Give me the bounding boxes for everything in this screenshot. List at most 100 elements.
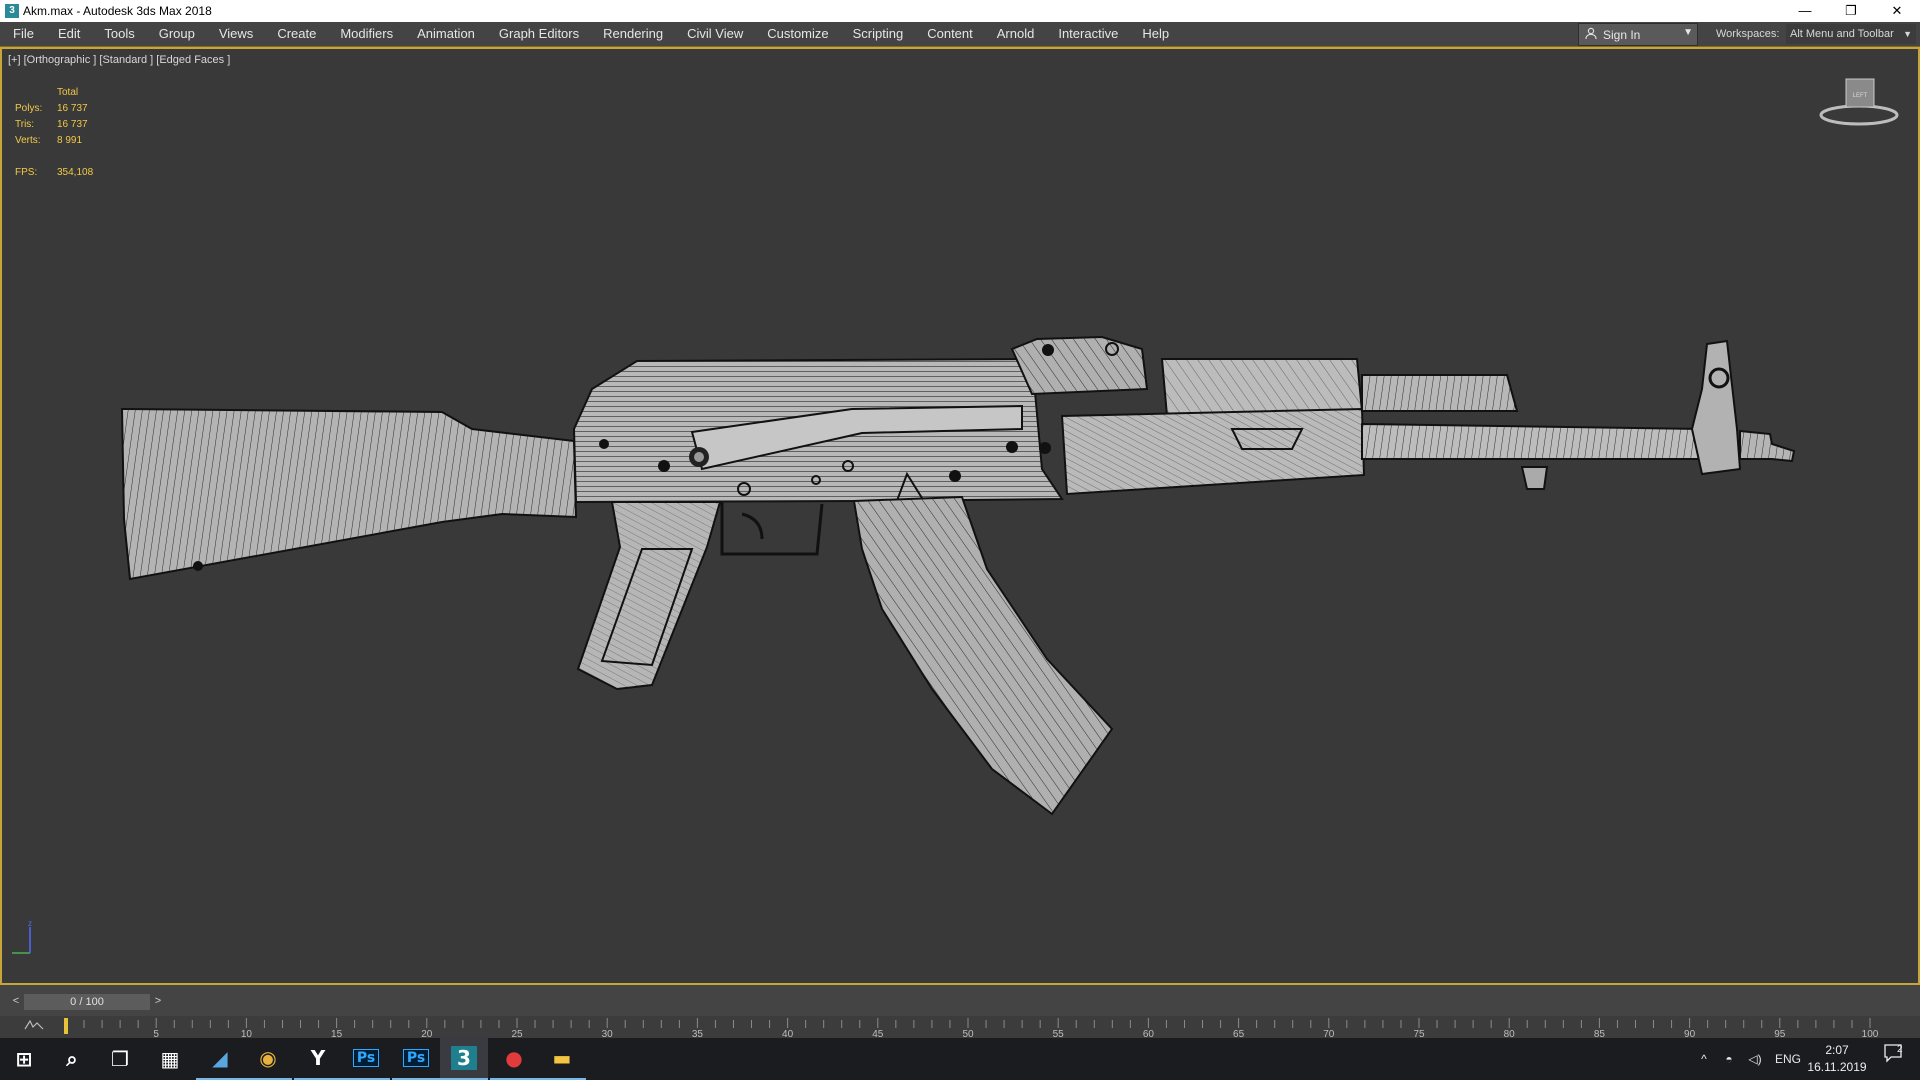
next-frame-button[interactable]: >	[152, 994, 164, 1008]
menu-create[interactable]: Create	[265, 22, 328, 46]
menu-modifiers[interactable]: Modifiers	[328, 22, 405, 46]
chevron-down-icon: ▼	[1683, 27, 1693, 38]
network-icon[interactable]: ◓	[1716, 1038, 1742, 1080]
show-hidden-icons-button[interactable]: ^	[1692, 1038, 1716, 1080]
menu-animation[interactable]: Animation	[405, 22, 487, 46]
taskbar-search-icon[interactable]: ⌕	[48, 1038, 96, 1080]
workspace-select[interactable]: Alt Menu and Toolbar ▼	[1786, 24, 1916, 44]
pistol-grip	[576, 501, 722, 691]
restore-button[interactable]: ❐	[1828, 0, 1874, 22]
menu-edit[interactable]: Edit	[46, 22, 92, 46]
notifications-button[interactable]: 2	[1872, 1038, 1916, 1080]
ruler-tick-label: 90	[1684, 1029, 1696, 1038]
trigger-guard	[720, 502, 824, 556]
ruler-tick-label: 100	[1862, 1029, 1879, 1038]
fps-label: FPS:	[15, 167, 38, 178]
workspaces-label: Workspaces:	[1716, 28, 1780, 40]
menu-customize[interactable]: Customize	[755, 22, 840, 46]
viewport-label[interactable]: [+] [Orthographic ] [Standard ] [Edged F…	[8, 54, 230, 66]
time-slider-bar: < 0 / 100 >	[0, 986, 1920, 1017]
front-sight	[1690, 339, 1796, 476]
ruler-tick-label: 10	[241, 1029, 253, 1038]
user-icon	[1585, 27, 1597, 42]
rear-sight	[1010, 335, 1149, 396]
ruler-tick-label: 75	[1413, 1029, 1425, 1038]
3dsmax-app-icon[interactable]: 3	[5, 4, 19, 18]
ruler-tick-label: 95	[1774, 1029, 1786, 1038]
stats-total-header: Total	[57, 87, 79, 98]
title-bar: 3 Akm.max - Autodesk 3ds Max 2018 — ❐ ✕	[0, 0, 1920, 22]
recorder-glyph: ●	[505, 1046, 523, 1070]
minimize-button[interactable]: —	[1782, 0, 1828, 22]
viewcube-face-label: LEFT	[1853, 93, 1868, 99]
volume-icon[interactable]: ◁)	[1742, 1038, 1768, 1080]
menu-group[interactable]: Group	[147, 22, 207, 46]
menu-civil-view[interactable]: Civil View	[675, 22, 755, 46]
3dsmax-glyph: 3	[451, 1046, 477, 1070]
sign-in-label: Sign In	[1603, 27, 1641, 42]
clock-time: 2:07	[1825, 1043, 1849, 1057]
photoshop-1-glyph: Ps	[352, 1049, 380, 1067]
menu-scripting[interactable]: Scripting	[841, 22, 916, 46]
taskbar-task-view-icon[interactable]: ❐	[96, 1038, 144, 1080]
menu-rendering[interactable]: Rendering	[591, 22, 675, 46]
taskbar-3dsmax-icon[interactable]: 3	[440, 1038, 488, 1080]
axis-z-label: z	[28, 919, 32, 928]
window-title: Akm.max - Autodesk 3ds Max 2018	[23, 4, 212, 18]
viewport-left-orthographic[interactable]: [+] [Orthographic ] [Standard ] [Edged F…	[0, 47, 1920, 985]
menu-content[interactable]: Content	[915, 22, 985, 46]
menu-views[interactable]: Views	[207, 22, 265, 46]
verts-value: 8 991	[57, 135, 83, 146]
track-bar[interactable]: 5 10 15 20 25 30 35 40 45 50 55 60 65 70 75 80 85 90 95 100	[0, 1016, 1920, 1038]
workspace-value: Alt Menu and Toolbar	[1790, 28, 1894, 40]
ruler-tick-label: 50	[962, 1029, 974, 1038]
polys-value: 16 737	[57, 103, 88, 114]
notification-count: 2	[1897, 1044, 1903, 1055]
taskbar-photoshop-1-icon[interactable]: Ps	[342, 1038, 390, 1080]
taskbar-start-icon[interactable]: ⊞	[0, 1038, 48, 1080]
taskbar-photoshop-2-icon[interactable]: Ps	[392, 1038, 440, 1080]
taskbar-recorder-icon[interactable]: ●	[490, 1038, 538, 1080]
current-frame-marker[interactable]	[64, 1018, 68, 1034]
start-glyph: ⊞	[15, 1047, 33, 1071]
ruler-tick-label: 85	[1594, 1029, 1606, 1038]
magazine	[852, 495, 1114, 816]
axis-tripod-icon: z	[12, 919, 32, 954]
polys-label: Polys:	[15, 103, 43, 114]
ruler-tick-label: 70	[1323, 1029, 1335, 1038]
ruler-tick-label: 30	[602, 1029, 614, 1038]
barrel	[1361, 374, 1709, 490]
stock	[120, 407, 578, 581]
ruler-tick-label: 15	[331, 1029, 343, 1038]
viewport-statistics: Total Polys: 16 737 Tris: 16 737 Verts: 8 9…	[15, 85, 93, 181]
taskbar-explorer-icon[interactable]: ▬	[538, 1038, 586, 1080]
sign-in-button[interactable]: Sign In ▼	[1578, 23, 1698, 46]
frame-ruler[interactable]: 5 10 15 20 25 30 35 40 45 50 55 60 65 70 75 80 85 90 95 100	[0, 1016, 1920, 1038]
viewcube[interactable]: LEFT	[1814, 73, 1904, 133]
menu-file[interactable]: File	[0, 22, 46, 46]
close-button[interactable]: ✕	[1874, 0, 1920, 22]
menu-tools[interactable]: Tools	[92, 22, 146, 46]
menu-arnold[interactable]: Arnold	[985, 22, 1047, 46]
language-indicator[interactable]: ENG	[1770, 1038, 1806, 1080]
ruler-tick-label: 25	[511, 1029, 523, 1038]
menu-graph-editors[interactable]: Graph Editors	[487, 22, 591, 46]
menu-help[interactable]: Help	[1130, 22, 1181, 46]
taskbar-chrome-icon[interactable]: ◉	[244, 1038, 292, 1080]
ruler-tick-label: 80	[1504, 1029, 1516, 1038]
taskbar-yandex-icon[interactable]: Y	[294, 1038, 342, 1080]
clock[interactable]: 2:07 16.11.2019	[1802, 1042, 1872, 1076]
time-slider[interactable]: 0 / 100	[24, 994, 150, 1010]
clock-date: 16.11.2019	[1807, 1060, 1867, 1074]
previous-frame-button[interactable]: <	[10, 994, 22, 1008]
ruler-tick-label: 35	[692, 1029, 704, 1038]
task-view-glyph: ❐	[111, 1047, 129, 1071]
receiver	[572, 357, 1064, 515]
akm-wireframe-model[interactable]	[2, 49, 1918, 983]
menu-interactive[interactable]: Interactive	[1046, 22, 1130, 46]
taskbar-calculator-icon[interactable]: ▦	[146, 1038, 194, 1080]
taskbar-app-blue-icon[interactable]: ◢	[196, 1038, 244, 1080]
ruler-tick-label: 20	[421, 1029, 433, 1038]
fps-value: 354,108	[57, 167, 94, 178]
ruler-tick-label: 5	[153, 1029, 159, 1038]
